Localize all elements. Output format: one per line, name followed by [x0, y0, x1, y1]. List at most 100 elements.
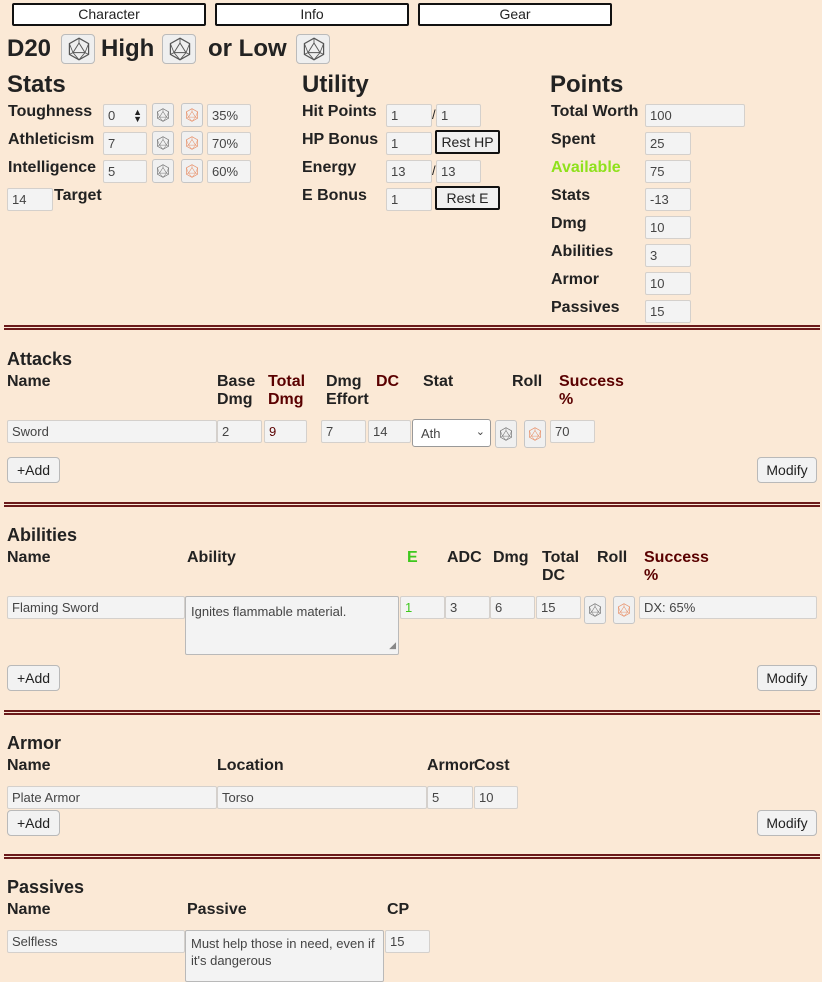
tab-info[interactable]: Info — [215, 3, 409, 26]
roll-low-button[interactable] — [296, 34, 330, 64]
ability-total-dc-field: 15 — [536, 596, 581, 619]
roll-attack-button[interactable] — [495, 420, 517, 448]
modify-abilities-button[interactable]: Modify — [757, 665, 817, 691]
armor-cost-field: 10 — [474, 786, 518, 809]
roll-athleticism-alt-button[interactable] — [181, 131, 203, 155]
roll-toughness-button[interactable] — [152, 103, 174, 127]
passives-title: Passives — [7, 877, 85, 897]
athleticism-percent: 70% — [207, 132, 251, 155]
hit-points-current-field[interactable]: 1 — [386, 104, 432, 127]
roll-intelligence-alt-button[interactable] — [181, 159, 203, 183]
section-divider — [4, 710, 820, 715]
armor-header-armor: Armor — [427, 757, 476, 774]
passive-name-field[interactable]: Selfless — [7, 930, 185, 953]
toughness-stepper[interactable]: 0 ▲ ▼ — [103, 104, 147, 127]
rest-hp-button[interactable]: Rest HP — [435, 130, 500, 154]
attacks-header-roll: Roll — [512, 373, 543, 390]
stats-title: Stats — [7, 71, 66, 98]
ability-dmg-field[interactable]: 6 — [490, 596, 535, 619]
e-bonus-field[interactable]: 1 — [386, 188, 432, 211]
attacks-header-success: Success% — [559, 373, 624, 408]
roll-athleticism-button[interactable] — [152, 131, 174, 155]
high-label: High — [101, 35, 155, 62]
energy-label: Energy — [302, 159, 357, 176]
passives-header-cp: CP — [387, 901, 410, 918]
ability-name-field[interactable]: Flaming Sword — [7, 596, 185, 619]
armor-header-name: Name — [7, 757, 51, 774]
attacks-header-dc: DC — [376, 373, 400, 390]
d20-icon — [588, 603, 602, 617]
energy-current-field[interactable]: 13 — [386, 160, 432, 183]
attacks-header-name: Name — [7, 373, 51, 390]
tab-gear[interactable]: Gear — [418, 3, 612, 26]
d20-orange-icon — [185, 164, 199, 178]
abilities-points-label: Abilities — [551, 243, 614, 260]
section-divider — [4, 502, 820, 507]
intelligence-field[interactable]: 5 — [103, 160, 147, 183]
ability-success-field: DX: 65% — [639, 596, 817, 619]
spinner-arrows-icon[interactable]: ▲ ▼ — [133, 108, 142, 124]
tab-character[interactable]: Character — [12, 3, 206, 26]
passive-cp-field[interactable]: 15 — [385, 930, 430, 953]
dmg-points-field: 10 — [645, 216, 691, 239]
d20-icon — [302, 37, 326, 61]
resize-handle-icon[interactable]: ◢ — [389, 637, 396, 654]
attacks-header-total-dmg: Total Dmg — [268, 373, 306, 408]
passive-description-textarea[interactable]: Must help those in need, even if it's da… — [185, 930, 384, 982]
attacks-header-stat: Stat — [423, 373, 454, 390]
armor-header-location: Location — [217, 757, 284, 774]
modify-attacks-button[interactable]: Modify — [757, 457, 817, 483]
ability-adc-field[interactable]: 3 — [445, 596, 490, 619]
d20-orange-icon — [528, 427, 542, 441]
dmg-points-label: Dmg — [551, 215, 587, 232]
ability-e-field[interactable]: 1 — [400, 596, 445, 619]
d20-orange-icon — [185, 136, 199, 150]
armor-location-field[interactable]: Torso — [217, 786, 427, 809]
abilities-points-field: 3 — [645, 244, 691, 267]
attack-effort-field[interactable]: 7 — [321, 420, 366, 443]
armor-name-field[interactable]: Plate Armor — [7, 786, 217, 809]
target-label: Target — [54, 187, 102, 204]
available-field: 75 — [645, 160, 691, 183]
e-bonus-label: E Bonus — [302, 187, 367, 204]
modify-armor-button[interactable]: Modify — [757, 810, 817, 836]
stat-label-athleticism: Athleticism — [8, 131, 95, 148]
attack-name-field[interactable]: Sword — [7, 420, 217, 443]
energy-max-field[interactable]: 13 — [436, 160, 481, 183]
athleticism-field[interactable]: 7 — [103, 132, 147, 155]
attack-base-dmg-field[interactable]: 2 — [217, 420, 262, 443]
d20-orange-icon — [617, 603, 631, 617]
hit-points-max-field[interactable]: 1 — [436, 104, 481, 127]
armor-title: Armor — [7, 733, 62, 753]
d20-icon — [499, 427, 513, 441]
add-ability-button[interactable]: +Add — [7, 665, 60, 691]
d20-icon — [156, 164, 170, 178]
roll-d20-button[interactable] — [61, 34, 95, 64]
passives-points-label: Passives — [551, 299, 620, 316]
section-divider — [4, 325, 820, 330]
abilities-header-e: E — [407, 549, 418, 566]
d20-orange-icon — [185, 108, 199, 122]
attacks-header-dmg-effort: Dmg Effort — [326, 373, 369, 408]
roll-toughness-alt-button[interactable] — [181, 103, 203, 127]
stat-label-intelligence: Intelligence — [8, 159, 97, 176]
hp-bonus-field[interactable]: 1 — [386, 132, 432, 155]
stats-points-field: -13 — [645, 188, 691, 211]
roll-attack-alt-button[interactable] — [524, 420, 546, 448]
attack-stat-select[interactable]: Ath ⌄ — [412, 419, 491, 447]
d20-label: D20 — [7, 35, 52, 62]
ability-description-textarea[interactable]: Ignites flammable material. ◢ — [185, 596, 399, 655]
abilities-header-adc: ADC — [447, 549, 482, 566]
target-field[interactable]: 14 — [7, 188, 53, 211]
add-attack-button[interactable]: +Add — [7, 457, 60, 483]
roll-intelligence-button[interactable] — [152, 159, 174, 183]
hp-bonus-label: HP Bonus — [302, 131, 379, 148]
roll-ability-button[interactable] — [584, 596, 606, 624]
roll-ability-alt-button[interactable] — [613, 596, 635, 624]
roll-high-button[interactable] — [162, 34, 196, 64]
total-worth-field[interactable]: 100 — [645, 104, 745, 127]
rest-e-button[interactable]: Rest E — [435, 186, 500, 210]
add-armor-button[interactable]: +Add — [7, 810, 60, 836]
toughness-percent: 35% — [207, 104, 251, 127]
armor-value-field[interactable]: 5 — [427, 786, 473, 809]
